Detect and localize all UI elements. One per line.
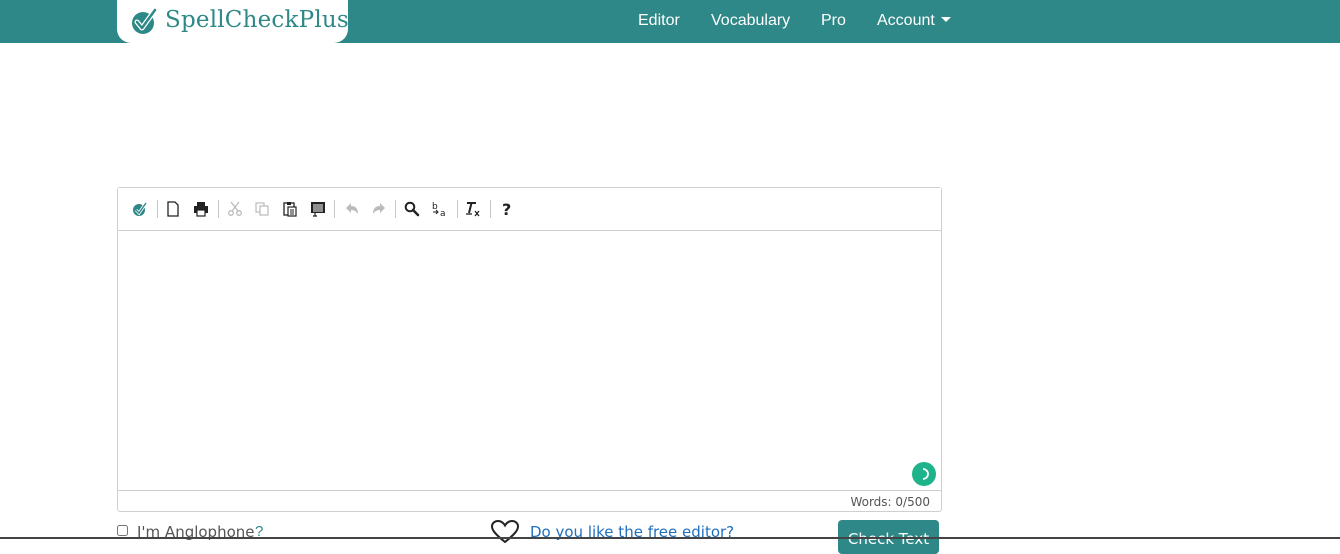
toolbar-separator [218,200,219,218]
heart-icon [491,520,519,544]
top-navbar: SpellCheckPlus Editor Vocabulary Pro Acc… [0,0,1340,43]
find-icon[interactable] [402,199,422,219]
print-icon[interactable] [191,199,211,219]
spellcheck-icon[interactable] [130,199,150,219]
grammar-status-icon[interactable] [912,462,936,486]
brand-logo[interactable]: SpellCheckPlus [117,0,349,43]
text-editor: ba ? Words: 0/500 [117,187,942,512]
svg-text:a: a [440,209,446,217]
brand-name: SpellCheckPlus [165,7,349,33]
replace-icon[interactable]: ba [430,199,450,219]
nav-vocabulary[interactable]: Vocabulary [711,12,790,30]
nav-account-dropdown[interactable]: Account [877,12,951,30]
paste-icon[interactable] [280,199,300,219]
remove-format-icon[interactable] [463,199,483,219]
nav-account-label: Account [877,12,935,29]
copy-icon[interactable] [252,199,272,219]
help-icon[interactable]: ? [497,199,517,219]
undo-icon[interactable] [342,199,362,219]
toolbar-separator [490,200,491,218]
checkmark-logo-icon [132,7,158,34]
chevron-down-icon [940,17,951,22]
redo-icon[interactable] [369,199,389,219]
nav-pro[interactable]: Pro [821,12,846,30]
editor-text-area[interactable] [118,231,941,490]
editor-status-bar: Words: 0/500 [118,490,941,512]
svg-text:?: ? [502,201,511,217]
editor-toolbar: ba ? [118,188,941,231]
word-count: Words: 0/500 [850,495,930,509]
toolbar-separator [334,200,335,218]
new-document-icon[interactable] [163,199,183,219]
toolbar-separator [457,200,458,218]
paste-text-icon[interactable] [308,199,328,219]
anglophone-checkbox[interactable] [117,525,128,536]
nav-editor[interactable]: Editor [638,12,680,30]
toolbar-separator [157,200,158,218]
toolbar-separator [395,200,396,218]
cut-icon[interactable] [225,199,245,219]
